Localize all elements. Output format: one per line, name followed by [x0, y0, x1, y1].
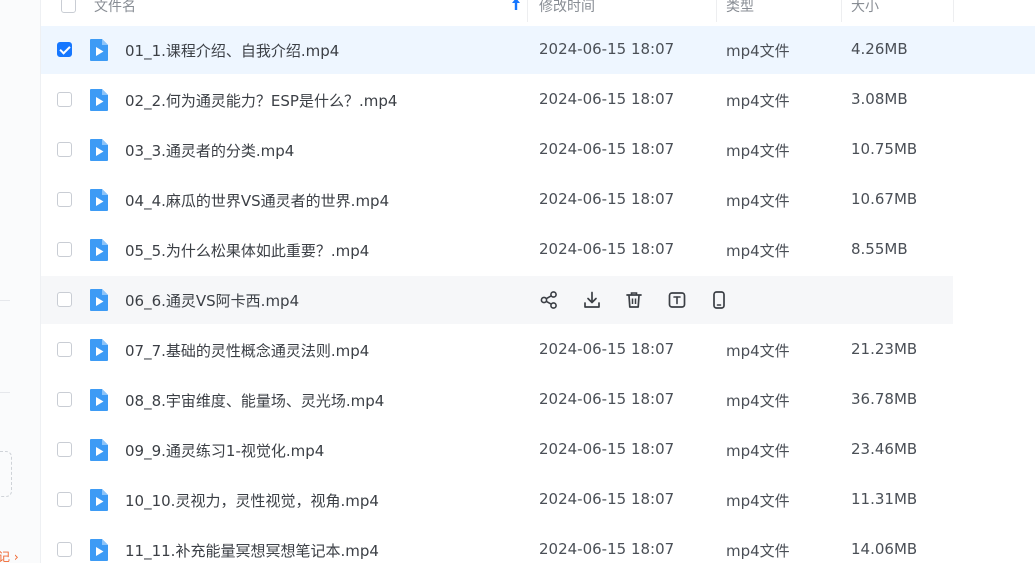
- video-file-icon: [90, 439, 108, 461]
- file-name[interactable]: 10_10.灵视力，灵性视觉，视角.mp4: [125, 490, 379, 511]
- header-name[interactable]: 文件名: [94, 0, 136, 24]
- file-list: 文件名 修改时间 类型 大小 01_1.课程介绍、自我介绍.mp4 2024-0…: [41, 0, 1035, 563]
- row-checkbox[interactable]: [57, 292, 72, 307]
- file-row[interactable]: 04_4.麻瓜的世界VS通灵者的世界.mp4 2024-06-15 18:07 …: [41, 176, 1035, 224]
- file-type: mp4文件: [726, 242, 790, 260]
- row-checkbox[interactable]: [57, 342, 72, 357]
- file-size: 11.31MB: [851, 490, 918, 508]
- phone-icon[interactable]: [709, 290, 729, 310]
- video-file-icon: [90, 339, 108, 361]
- file-name[interactable]: 03_3.通灵者的分类.mp4: [125, 140, 294, 161]
- row-checkbox[interactable]: [57, 142, 72, 157]
- left-sidebar-edge: 记 ›: [0, 0, 41, 565]
- file-row[interactable]: 05_5.为什么松果体如此重要？.mp4 2024-06-15 18:07 mp…: [41, 226, 1035, 274]
- video-file-icon: [90, 489, 108, 511]
- modified-time: 2024-06-15 18:07: [539, 340, 675, 358]
- modified-time: 2024-06-15 18:07: [539, 140, 675, 158]
- file-size: 10.75MB: [851, 140, 918, 158]
- file-name[interactable]: 08_8.宇宙维度、能量场、灵光场.mp4: [125, 390, 384, 411]
- file-type: mp4文件: [726, 42, 790, 60]
- row-checkbox[interactable]: [57, 92, 72, 107]
- video-file-icon: [90, 139, 108, 161]
- file-type: mp4文件: [726, 442, 790, 460]
- file-row[interactable]: 03_3.通灵者的分类.mp4 2024-06-15 18:07 mp4文件 1…: [41, 126, 1035, 174]
- row-checkbox[interactable]: [57, 542, 72, 557]
- header-size[interactable]: 大小: [851, 0, 879, 24]
- download-icon[interactable]: [582, 290, 602, 310]
- video-file-icon: [90, 289, 108, 311]
- file-name[interactable]: 09_9.通灵练习1-视觉化.mp4: [125, 440, 324, 461]
- video-file-icon: [90, 239, 108, 261]
- file-name[interactable]: 06_6.通灵VS阿卡西.mp4: [125, 290, 299, 311]
- header-type[interactable]: 类型: [726, 0, 754, 24]
- row-checkbox[interactable]: [57, 392, 72, 407]
- file-name[interactable]: 04_4.麻瓜的世界VS通灵者的世界.mp4: [125, 190, 389, 211]
- file-size: 10.67MB: [851, 190, 918, 208]
- sort-ascending-icon[interactable]: [510, 0, 522, 13]
- video-file-icon: [90, 39, 108, 61]
- row-checkbox[interactable]: [57, 242, 72, 257]
- modified-time: 2024-06-15 18:07: [539, 540, 675, 558]
- video-file-icon: [90, 539, 108, 561]
- trash-icon[interactable]: [624, 290, 644, 310]
- file-list-header: 文件名 修改时间 类型 大小: [41, 0, 1035, 24]
- sidebar-divider: [0, 300, 10, 301]
- column-separator[interactable]: [841, 0, 842, 22]
- modified-time: 2024-06-15 18:07: [539, 90, 675, 108]
- video-file-icon: [90, 89, 108, 111]
- column-separator[interactable]: [953, 0, 954, 22]
- row-checkbox[interactable]: [57, 192, 72, 207]
- file-row[interactable]: 11_11.补充能量冥想冥想笔记本.mp4 2024-06-15 18:07 m…: [41, 526, 1035, 574]
- file-name[interactable]: 07_7.基础的灵性概念通灵法则.mp4: [125, 340, 369, 361]
- file-row[interactable]: 07_7.基础的灵性概念通灵法则.mp4 2024-06-15 18:07 mp…: [41, 326, 1035, 374]
- modified-time: 2024-06-15 18:07: [539, 440, 675, 458]
- file-size: 3.08MB: [851, 90, 908, 108]
- file-name[interactable]: 05_5.为什么松果体如此重要？.mp4: [125, 240, 369, 261]
- file-type: mp4文件: [726, 342, 790, 360]
- file-row[interactable]: 02_2.何为通灵能力？ESP是什么？.mp4 2024-06-15 18:07…: [41, 76, 1035, 124]
- file-name[interactable]: 02_2.何为通灵能力？ESP是什么？.mp4: [125, 90, 397, 111]
- file-type: mp4文件: [726, 492, 790, 510]
- file-row[interactable]: 06_6.通灵VS阿卡西.mp4: [41, 276, 953, 324]
- column-separator[interactable]: [527, 0, 528, 22]
- file-size: 8.55MB: [851, 240, 908, 258]
- modified-time: 2024-06-15 18:07: [539, 490, 675, 508]
- column-separator[interactable]: [716, 0, 717, 22]
- file-size: 36.78MB: [851, 390, 918, 408]
- file-name[interactable]: 11_11.补充能量冥想冥想笔记本.mp4: [125, 540, 379, 561]
- sidebar-dashed-box[interactable]: [0, 451, 12, 497]
- video-file-icon: [90, 189, 108, 211]
- share-icon[interactable]: [539, 290, 559, 310]
- sidebar-divider: [0, 392, 10, 393]
- select-all-checkbox[interactable]: [61, 0, 76, 13]
- file-size: 14.06MB: [851, 540, 918, 558]
- row-checkbox[interactable]: [57, 442, 72, 457]
- row-checkbox[interactable]: [57, 42, 72, 57]
- file-row[interactable]: 08_8.宇宙维度、能量场、灵光场.mp4 2024-06-15 18:07 m…: [41, 376, 1035, 424]
- modified-time: 2024-06-15 18:07: [539, 240, 675, 258]
- header-time[interactable]: 修改时间: [539, 0, 595, 24]
- modified-time: 2024-06-15 18:07: [539, 190, 675, 208]
- row-checkbox[interactable]: [57, 492, 72, 507]
- file-row[interactable]: 09_9.通灵练习1-视觉化.mp4 2024-06-15 18:07 mp4文…: [41, 426, 1035, 474]
- file-size: 23.46MB: [851, 440, 918, 458]
- modified-time: 2024-06-15 18:07: [539, 390, 675, 408]
- file-type: mp4文件: [726, 392, 790, 410]
- file-type: mp4文件: [726, 192, 790, 210]
- file-type: mp4文件: [726, 542, 790, 560]
- file-row[interactable]: 01_1.课程介绍、自我介绍.mp4 2024-06-15 18:07 mp4文…: [41, 26, 1035, 74]
- video-file-icon: [90, 389, 108, 411]
- file-size: 21.23MB: [851, 340, 918, 358]
- file-type: mp4文件: [726, 142, 790, 160]
- file-row[interactable]: 10_10.灵视力，灵性视觉，视角.mp4 2024-06-15 18:07 m…: [41, 476, 1035, 524]
- file-type: mp4文件: [726, 92, 790, 110]
- rename-icon[interactable]: [667, 290, 687, 310]
- file-name[interactable]: 01_1.课程介绍、自我介绍.mp4: [125, 40, 339, 61]
- sidebar-link-partial[interactable]: 记 ›: [0, 548, 19, 565]
- file-size: 4.26MB: [851, 40, 908, 58]
- modified-time: 2024-06-15 18:07: [539, 40, 675, 58]
